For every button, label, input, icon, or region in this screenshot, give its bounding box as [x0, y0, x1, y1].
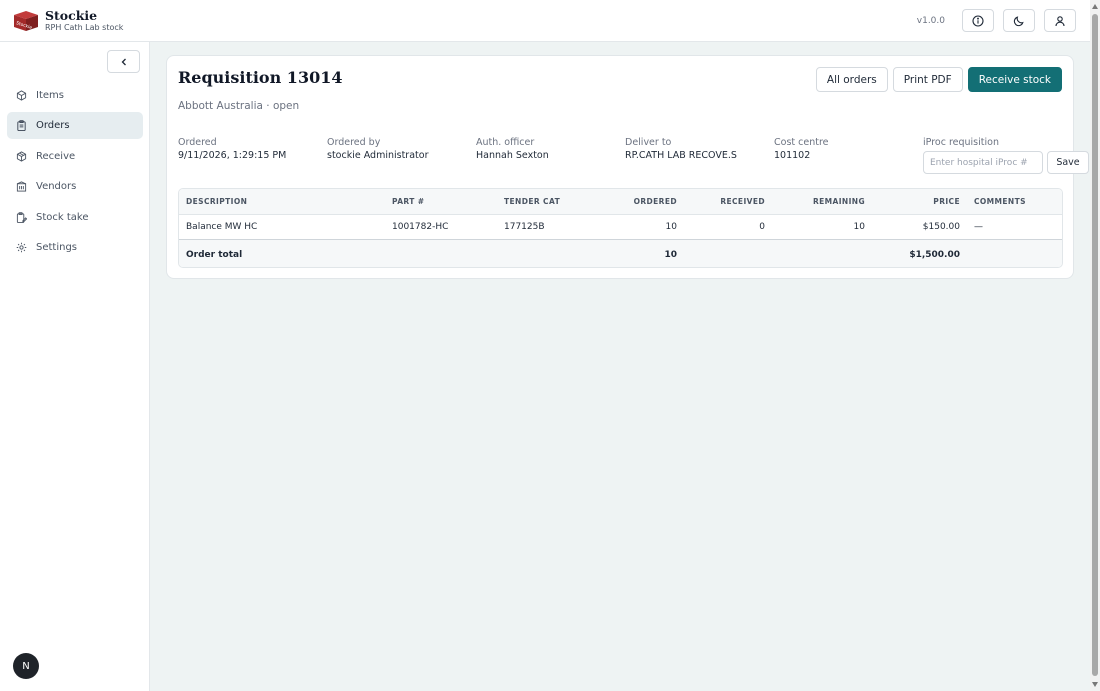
clipboard-icon	[17, 120, 26, 132]
order-total-ordered: 10	[664, 249, 677, 260]
meta-auth-officer: Auth. officer Hannah Sexton	[476, 137, 549, 162]
sidebar-item-label: Receive	[36, 150, 76, 162]
sidebar-item-receive[interactable]: Receive	[7, 143, 143, 170]
col-comments: COMMENTS	[974, 197, 1026, 206]
iproc-input[interactable]: Enter hospital iProc #	[923, 151, 1043, 174]
scroll-up-arrow-icon[interactable]	[1092, 4, 1098, 9]
receive-stock-button[interactable]: Receive stock	[967, 67, 1062, 92]
cell-received: 0	[759, 222, 765, 232]
top-header: Stockie Stockie RPH Cath Lab stock v1.0.…	[0, 0, 1090, 42]
meta-ordered-by: Ordered by stockie Administrator	[327, 137, 428, 162]
cell-comments: —	[974, 222, 983, 232]
scroll-thumb[interactable]	[1092, 14, 1098, 676]
chevron-left-icon	[121, 58, 126, 65]
order-lines-table: DESCRIPTION PART # TENDER CAT ORDERED RE…	[178, 188, 1063, 268]
meta-ordered: Ordered 9/11/2026, 1:29:15 PM	[178, 137, 286, 162]
stockie-logo-icon: Stockie	[14, 10, 38, 31]
collapse-sidebar-button[interactable]	[107, 50, 140, 73]
brand[interactable]: Stockie Stockie RPH Cath Lab stock	[13, 7, 124, 33]
meta-value: 9/11/2026, 1:29:15 PM	[178, 150, 287, 161]
building-icon	[16, 181, 27, 192]
cell-tender-cat: 177125B	[504, 222, 545, 232]
meta-value: RP.CATH LAB RECOVE.S	[625, 150, 737, 161]
cell-part: 1001782-HC	[392, 222, 449, 232]
col-ordered: ORDERED	[633, 197, 677, 206]
gear-icon	[16, 242, 27, 253]
sidebar-item-label: Stock take	[36, 211, 89, 223]
page-scrollbar[interactable]	[1090, 0, 1100, 691]
package-receive-icon	[16, 151, 27, 162]
meta-value: 101102	[774, 150, 811, 161]
cell-description: Balance MW HC	[186, 222, 258, 232]
col-remaining: REMAINING	[812, 197, 865, 206]
col-description: DESCRIPTION	[186, 197, 248, 206]
table-header: DESCRIPTION PART # TENDER CAT ORDERED RE…	[179, 189, 1062, 215]
table-footer: Order total 10 $1,500.00	[179, 240, 1062, 267]
moon-icon	[1013, 15, 1024, 26]
sidebar-item-vendors[interactable]: Vendors	[7, 173, 143, 200]
order-total-label: Order total	[186, 249, 243, 260]
box-icon	[16, 90, 27, 101]
clipboard-edit-icon	[16, 211, 27, 223]
requisition-card: Requisition 13014 Abbott Australia · ope…	[166, 55, 1089, 279]
user-icon	[1055, 15, 1065, 26]
meta-iproc: iProc requisition Enter hospital iProc #…	[923, 137, 1093, 174]
version-label: v1.0.0	[916, 15, 945, 26]
col-received: RECEIVED	[720, 197, 765, 206]
meta-value: Hannah Sexton	[476, 150, 549, 161]
vendor-status: Abbott Australia · open	[178, 100, 300, 112]
print-pdf-button[interactable]: Print PDF	[892, 67, 963, 92]
sidebar-item-label: Orders	[36, 120, 70, 132]
sidebar-item-orders[interactable]: Orders	[7, 112, 143, 140]
meta-cost-centre: Cost centre 101102	[774, 137, 829, 162]
sidebar-item-label: Vendors	[36, 181, 77, 193]
sidebar-item-label: Settings	[36, 241, 78, 253]
info-icon	[972, 14, 984, 27]
save-iproc-button[interactable]: Save	[1047, 151, 1089, 174]
sidebar-item-settings[interactable]: Settings	[7, 234, 143, 261]
action-buttons: All orders Print PDF Receive stock	[811, 67, 1062, 92]
sidebar-nav: Items Orders Receive Vendors Stock take …	[7, 82, 143, 264]
app-name: Stockie	[45, 7, 98, 23]
meta-value: stockie Administrator	[327, 150, 429, 161]
sidebar-item-stock-take[interactable]: Stock take	[7, 204, 143, 231]
info-button[interactable]	[962, 9, 994, 32]
app-subtitle: RPH Cath Lab stock	[45, 22, 124, 32]
user-menu-button[interactable]	[1044, 9, 1076, 32]
dev-tools-badge[interactable]: N	[13, 653, 39, 679]
meta-label: iProc requisition	[923, 137, 999, 148]
meta-label: Cost centre	[774, 137, 829, 148]
col-price: PRICE	[933, 197, 960, 206]
sidebar: Items Orders Receive Vendors Stock take …	[0, 42, 150, 691]
cell-price: $150.00	[922, 222, 960, 232]
scroll-down-arrow-icon[interactable]	[1092, 682, 1098, 687]
meta-label: Ordered by	[327, 137, 381, 148]
all-orders-button[interactable]: All orders	[815, 67, 888, 92]
cell-ordered: 10	[665, 222, 677, 232]
col-tender-cat: TENDER CAT	[504, 197, 561, 206]
page-title: Requisition 13014	[178, 68, 343, 87]
sidebar-item-items[interactable]: Items	[7, 82, 143, 109]
meta-label: Auth. officer	[476, 137, 535, 148]
meta-label: Ordered	[178, 137, 217, 148]
meta-deliver-to: Deliver to RP.CATH LAB RECOVE.S	[625, 137, 737, 162]
table-row[interactable]: Balance MW HC 1001782-HC 177125B 10 0 10…	[179, 215, 1062, 240]
theme-toggle-button[interactable]	[1003, 9, 1035, 32]
sidebar-item-label: Items	[36, 90, 64, 101]
col-part: PART #	[392, 197, 425, 206]
order-total-price: $1,500.00	[909, 249, 960, 260]
meta-label: Deliver to	[625, 137, 672, 148]
cell-remaining: 10	[853, 222, 865, 232]
